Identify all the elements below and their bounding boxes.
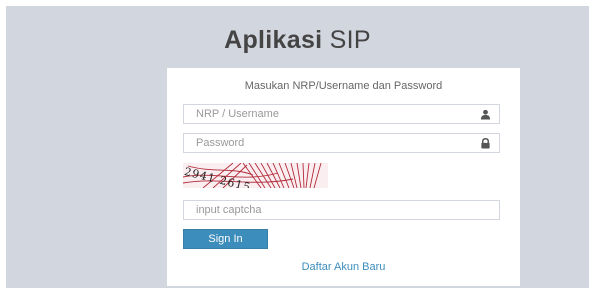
login-message: Masukan NRP/Username dan Password [244,80,443,92]
lock-icon [481,138,490,149]
app-title-light: SIP [329,26,371,54]
password-input[interactable] [184,134,499,152]
register-link[interactable]: Daftar Akun Baru [167,261,520,273]
app-title-bold: Aplikasi [224,26,323,54]
captcha-image: 2941 2615 [183,163,328,188]
captcha-input[interactable] [184,201,499,219]
username-input[interactable] [184,105,499,123]
sign-in-button[interactable]: Sign In [183,229,268,249]
username-field-wrapper [183,104,500,124]
password-field-wrapper [183,133,500,153]
app-title: Aplikasi SIP [0,26,595,55]
login-box: Masukan NRP/Username dan Password NRP / … [167,68,520,286]
user-icon [480,109,491,120]
captcha-field-wrapper [183,200,500,220]
